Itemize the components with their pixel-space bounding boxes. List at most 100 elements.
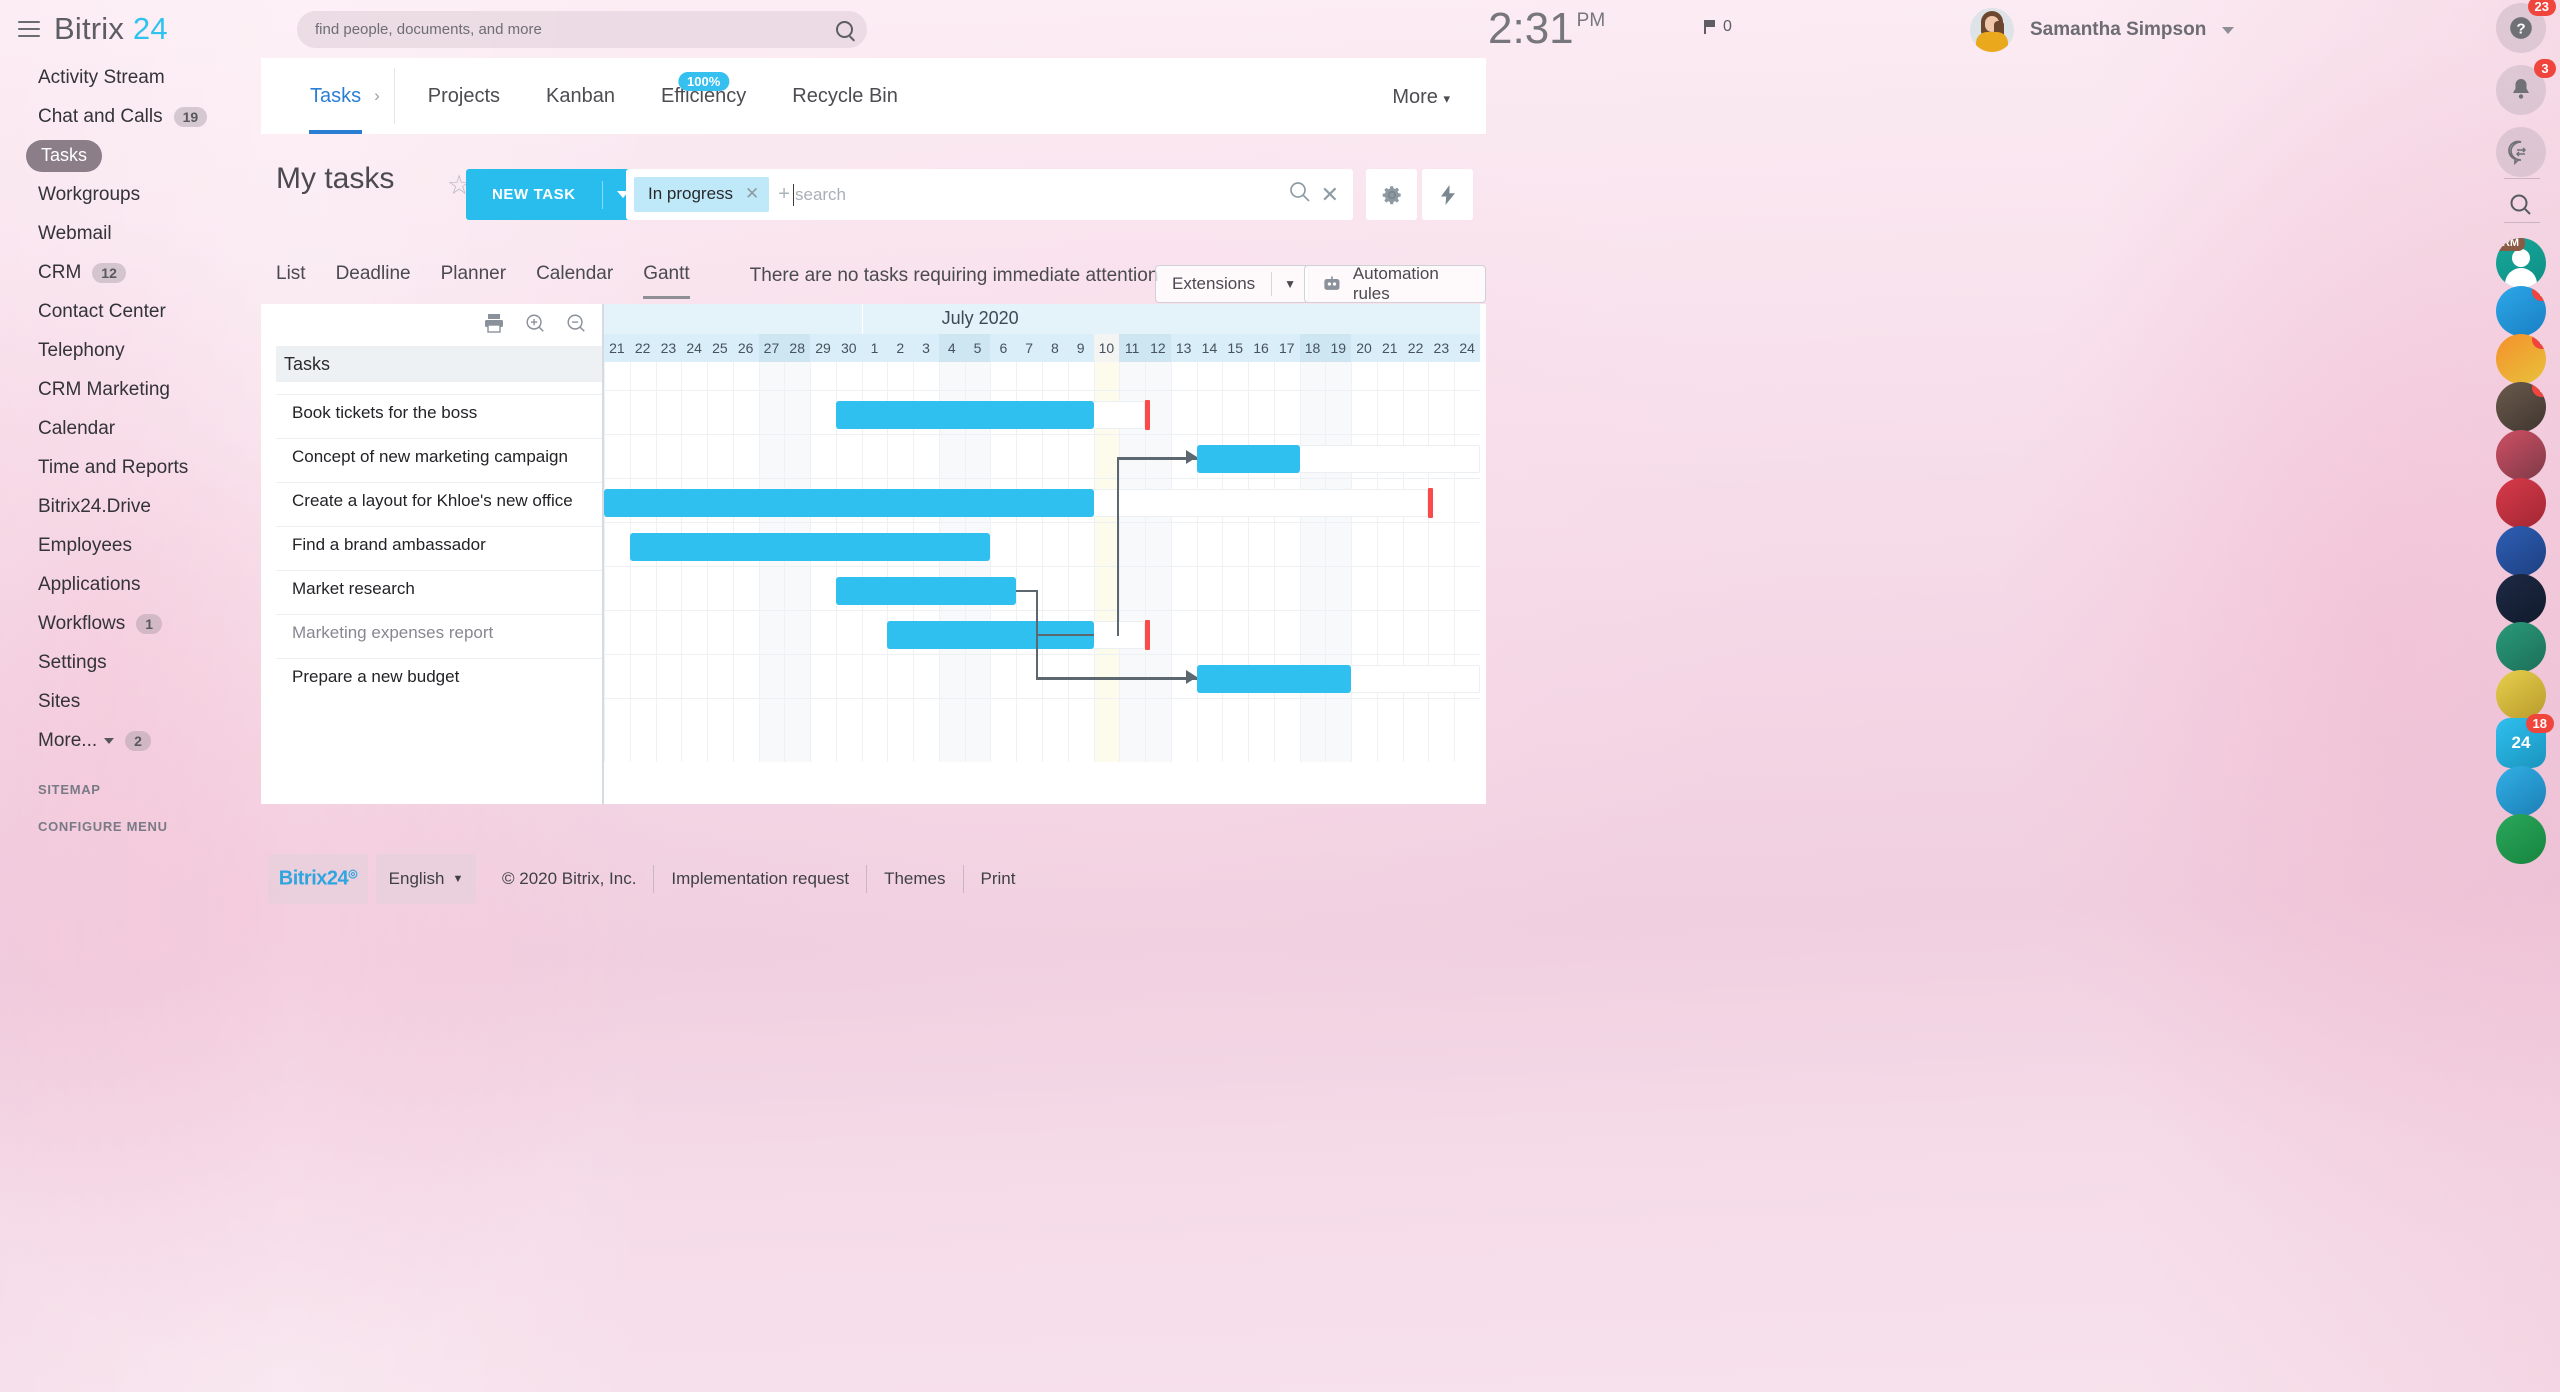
table-row[interactable]: Create a layout for Khloe's new office	[276, 482, 603, 518]
filter-search-bar[interactable]: In progress ✕ + ✕	[626, 169, 1353, 220]
tab-tasks[interactable]: Tasks	[287, 58, 384, 134]
notifications-button[interactable]: 3	[2496, 59, 2556, 115]
sidebar-item-activity-stream[interactable]: Activity Stream	[0, 58, 261, 97]
sidebar-sitemap-link[interactable]: SITEMAP	[0, 782, 261, 797]
tab-efficiency[interactable]: Efficiency 100%	[638, 58, 769, 134]
add-filter-icon[interactable]: +	[778, 183, 790, 206]
rail-item-avatar-photo[interactable]: 1	[2496, 382, 2546, 432]
rail-item-avatar-lock[interactable]	[2496, 526, 2546, 576]
filter-search-input[interactable]	[794, 184, 1289, 205]
search-icon[interactable]	[1289, 181, 1311, 208]
rail-item-avatar-device[interactable]	[2496, 766, 2546, 816]
top-header-bar: Bitrix 24 2:31 PM 0 Samantha Simpson	[0, 0, 2560, 58]
sidebar-item-calendar[interactable]: Calendar	[0, 409, 261, 448]
table-row[interactable]: Find a brand ambassador	[276, 526, 603, 562]
extensions-button[interactable]: Extensions ▼	[1155, 265, 1310, 303]
sidebar-item-sites[interactable]: Sites	[0, 682, 261, 721]
tab-projects[interactable]: Projects	[405, 58, 523, 134]
rail-item-avatar-travel[interactable]	[2496, 622, 2546, 672]
sidebar-item-label: Workgroups	[38, 183, 141, 205]
footer-link-implementation-request[interactable]: Implementation request	[671, 869, 849, 889]
sidebar-item-label: Settings	[38, 651, 107, 673]
sidebar-item-workflows[interactable]: Workflows 1	[0, 604, 261, 643]
gantt-day-22: 22	[1407, 340, 1424, 356]
table-row[interactable]: Market research	[276, 570, 603, 606]
close-icon[interactable]: ✕	[745, 184, 759, 204]
rail-item-bitrix24-app[interactable]: 24 18	[2496, 714, 2554, 768]
gantt-bar[interactable]	[604, 489, 1094, 517]
subnav-item-gantt[interactable]: Gantt	[643, 263, 691, 299]
sidebar-item-telephony[interactable]: Telephony	[0, 331, 261, 370]
user-menu[interactable]: Samantha Simpson	[1970, 8, 2235, 52]
rail-item-avatar-call[interactable]	[2496, 478, 2546, 528]
brand-logo[interactable]: Bitrix 24	[54, 11, 168, 47]
subnav-item-calendar[interactable]: Calendar	[536, 263, 613, 289]
sidebar-item-applications[interactable]: Applications	[0, 565, 261, 604]
rail-item-avatar-celebrate[interactable]	[2496, 670, 2546, 720]
footer-link-themes[interactable]: Themes	[884, 869, 945, 889]
clock-ampm: PM	[1576, 10, 1606, 31]
flag-counter[interactable]: 0	[1704, 18, 1732, 36]
sidebar-item-crm[interactable]: CRM 12	[0, 253, 261, 292]
language-selector[interactable]: English ▼	[376, 854, 476, 904]
rail-item-avatar-woman[interactable]	[2496, 430, 2546, 480]
automation-rules-button[interactable]: Automation rules	[1304, 264, 1486, 303]
task-name: Concept of new marketing campaign	[292, 446, 568, 466]
sidebar-item-workgroups[interactable]: Workgroups	[0, 175, 261, 214]
sidebar-item-bitrix24-drive[interactable]: Bitrix24.Drive	[0, 487, 261, 526]
sidebar-item-employees[interactable]: Employees	[0, 526, 261, 565]
bitrix24-footer-logo[interactable]: Bitrix24◎	[268, 854, 368, 904]
table-row[interactable]: Concept of new marketing campaign	[276, 438, 603, 474]
subnav-item-list[interactable]: List	[276, 263, 306, 289]
tab-recycle-bin[interactable]: Recycle Bin	[769, 58, 921, 134]
avatar[interactable]	[1970, 8, 2014, 52]
table-row[interactable]: Prepare a new budget	[276, 658, 603, 694]
gantt-column-line	[1325, 362, 1327, 762]
chat-transfer-button[interactable]	[2496, 127, 2546, 177]
table-row[interactable]: Book tickets for the boss	[276, 394, 603, 430]
sidebar-item-time-and-reports[interactable]: Time and Reports	[0, 448, 261, 487]
gantt-bar[interactable]	[629, 533, 991, 561]
sidebar-item-more[interactable]: More... 2	[0, 721, 261, 760]
zoom-out-icon[interactable]	[565, 312, 587, 339]
rail-item-avatar-city[interactable]: 1	[2496, 286, 2546, 336]
global-search-input[interactable]	[315, 21, 836, 38]
print-icon[interactable]	[483, 313, 505, 338]
sidebar-item-settings[interactable]: Settings	[0, 643, 261, 682]
filter-chip-in-progress[interactable]: In progress ✕	[634, 177, 770, 212]
gantt-day-19: 19	[1325, 334, 1352, 362]
rail-item-avatar-phone[interactable]	[2496, 814, 2546, 864]
rail-item-crm-contact[interactable]: CRM	[2496, 238, 2546, 288]
lightning-actions-button[interactable]	[1422, 169, 1473, 220]
sidebar-item-label: Tasks	[26, 139, 103, 172]
table-row[interactable]: Marketing expenses report	[276, 614, 603, 650]
sidebar-item-crm-marketing[interactable]: CRM Marketing	[0, 370, 261, 409]
zoom-in-icon[interactable]	[524, 312, 546, 339]
gantt-dependency-line	[1116, 457, 1197, 460]
gantt-bar[interactable]	[1196, 665, 1352, 693]
gantt-bar[interactable]	[835, 401, 1094, 429]
subnav-item-planner[interactable]: Planner	[441, 263, 507, 289]
gantt-bar[interactable]	[835, 577, 1017, 605]
subnav-item-deadline[interactable]: Deadline	[336, 263, 411, 289]
gantt-column-line	[758, 362, 760, 762]
sidebar-item-chat-and-calls[interactable]: Chat and Calls 19	[0, 97, 261, 136]
clear-filter-icon[interactable]: ✕	[1321, 182, 1339, 208]
sidebar-configure-menu-link[interactable]: CONFIGURE MENU	[0, 819, 261, 834]
footer-link-print[interactable]: Print	[981, 869, 1016, 889]
new-task-button[interactable]: NEW TASK	[466, 169, 643, 220]
global-search[interactable]	[297, 11, 867, 48]
rail-item-avatar-space[interactable]	[2496, 574, 2546, 624]
sidebar-item-contact-center[interactable]: Contact Center	[0, 292, 261, 331]
menu-toggle-icon[interactable]	[18, 21, 40, 37]
page-toolbar: My tasks ☆ NEW TASK In progress ✕ + ✕	[261, 134, 1486, 248]
tab-kanban[interactable]: Kanban	[523, 58, 638, 134]
gantt-bar[interactable]	[1196, 445, 1300, 473]
tab-more[interactable]: More ▾	[1392, 86, 1450, 109]
gantt-timeline: July 2020 21 22 23 24 25 26 27 28 29 30 1 2 3 4 5 6 7 8 9 1…	[604, 304, 1480, 762]
rail-item-avatar-fruit[interactable]: 1	[2496, 334, 2546, 384]
settings-gear-button[interactable]	[1366, 169, 1417, 220]
sidebar-item-webmail[interactable]: Webmail	[0, 214, 261, 253]
sidebar-item-tasks[interactable]: Tasks	[0, 136, 261, 175]
gantt-day-15: 15	[1227, 340, 1243, 356]
